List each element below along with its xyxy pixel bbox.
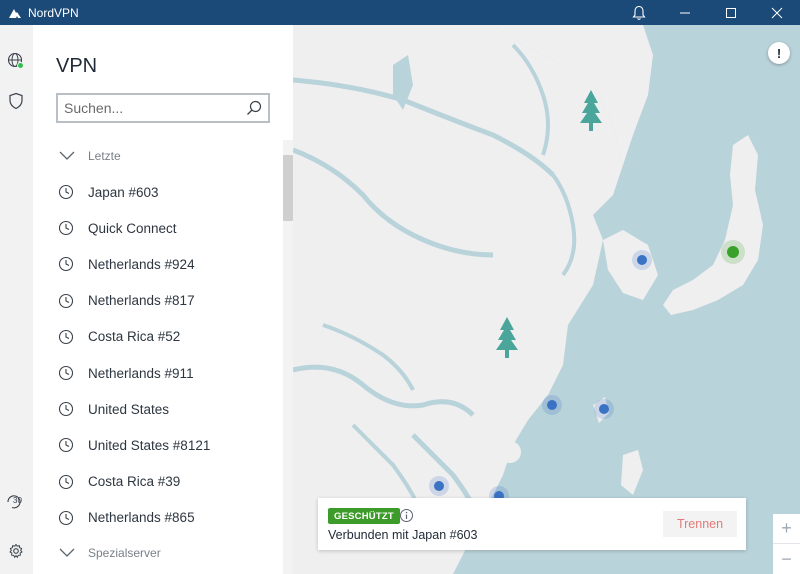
page-title: VPN [56, 55, 98, 77]
shield-icon[interactable] [5, 90, 27, 112]
recent-server-item[interactable]: Costa Rica #52 [33, 319, 283, 355]
info-icon[interactable] [399, 508, 414, 523]
gear-icon[interactable] [5, 540, 27, 562]
disconnect-button[interactable]: Trennen [663, 511, 737, 537]
window-title: NordVPN [28, 5, 79, 20]
nav-rail: 30 [0, 25, 33, 574]
bell-icon[interactable] [616, 0, 662, 25]
chevron-down-icon [59, 548, 75, 557]
close-button[interactable] [754, 0, 800, 25]
clock-icon [58, 510, 74, 525]
clock-icon [58, 329, 74, 344]
clock-icon [58, 293, 74, 308]
recent-server-item[interactable]: Netherlands #924 [33, 246, 283, 282]
recent-server-label: Costa Rica #39 [88, 474, 181, 490]
maximize-icon [726, 7, 736, 18]
server-list: Letzte Japan #603 Quick Connect Netherland… [33, 138, 283, 570]
zoom-in-button[interactable]: + [773, 514, 800, 544]
nordvpn-logo-icon [9, 8, 21, 18]
server-pin[interactable] [594, 399, 614, 419]
recent-server-label: Japan #603 [88, 184, 159, 200]
clock-icon [58, 402, 74, 417]
maximize-button[interactable] [708, 0, 754, 25]
minimize-button[interactable] [662, 0, 708, 25]
recent-server-item[interactable]: Japan #603 [33, 174, 283, 210]
globe-icon[interactable] [5, 50, 27, 72]
recent-server-label: Netherlands #865 [88, 510, 195, 526]
title-bar: NordVPN [0, 0, 800, 25]
close-icon [771, 7, 783, 18]
timer-label: 30 [13, 496, 22, 505]
recent-server-item[interactable]: United States [33, 391, 283, 427]
recent-server-item[interactable]: United States #8121 [33, 427, 283, 463]
recent-server-item[interactable]: Netherlands #817 [33, 283, 283, 319]
search-input[interactable] [64, 96, 244, 120]
recent-server-label: United States [88, 401, 170, 417]
section-label: Letzte [88, 149, 121, 163]
section-special-header[interactable]: Spezialserver [33, 536, 283, 570]
zoom-out-button[interactable]: − [773, 544, 800, 574]
server-pin[interactable] [542, 395, 562, 415]
chevron-down-icon [59, 151, 75, 160]
recent-server-label: Netherlands #911 [88, 365, 194, 381]
recent-server-item[interactable]: Costa Rica #39 [33, 464, 283, 500]
recent-server-label: Netherlands #924 [88, 256, 195, 272]
server-pin[interactable] [429, 476, 449, 496]
map[interactable] [293, 25, 800, 574]
clock-icon [58, 438, 74, 453]
recent-server-item[interactable]: Netherlands #865 [33, 500, 283, 536]
minimize-icon [680, 12, 690, 13]
timer-icon[interactable]: 30 [5, 491, 27, 513]
section-label: Spezialserver [88, 545, 161, 560]
search-box [56, 93, 270, 123]
section-recent-header[interactable]: Letzte [33, 138, 283, 174]
alert-icon: ! [776, 45, 782, 61]
scrollbar-thumb[interactable] [283, 155, 293, 221]
zoom-controls: + − [773, 514, 800, 574]
status-badge: GESCHÜTZT [328, 508, 400, 524]
connection-status-card: GESCHÜTZT Verbunden mit Japan #603 Trenn… [318, 498, 746, 550]
alert-button[interactable]: ! [768, 42, 790, 64]
connected-server-pin[interactable] [721, 240, 745, 264]
recent-server-label: Costa Rica #52 [88, 329, 181, 345]
vpn-panel: VPN Letzte Japan #603 Quick Connect Nether… [33, 25, 293, 574]
recent-server-label: United States #8121 [88, 437, 211, 453]
clock-icon [58, 257, 74, 272]
search-icon[interactable] [245, 99, 263, 117]
recent-server-label: Quick Connect [88, 220, 177, 236]
clock-icon [58, 474, 74, 489]
server-pin[interactable] [632, 250, 652, 270]
map-canvas [293, 25, 763, 574]
recent-server-label: Netherlands #817 [88, 293, 195, 309]
clock-icon [58, 185, 74, 200]
clock-icon [58, 221, 74, 236]
clock-icon [58, 365, 74, 381]
recent-server-item[interactable]: Netherlands #911 [33, 355, 283, 391]
status-text: Verbunden mit Japan #603 [328, 528, 478, 542]
recent-server-item[interactable]: Quick Connect [33, 210, 283, 246]
